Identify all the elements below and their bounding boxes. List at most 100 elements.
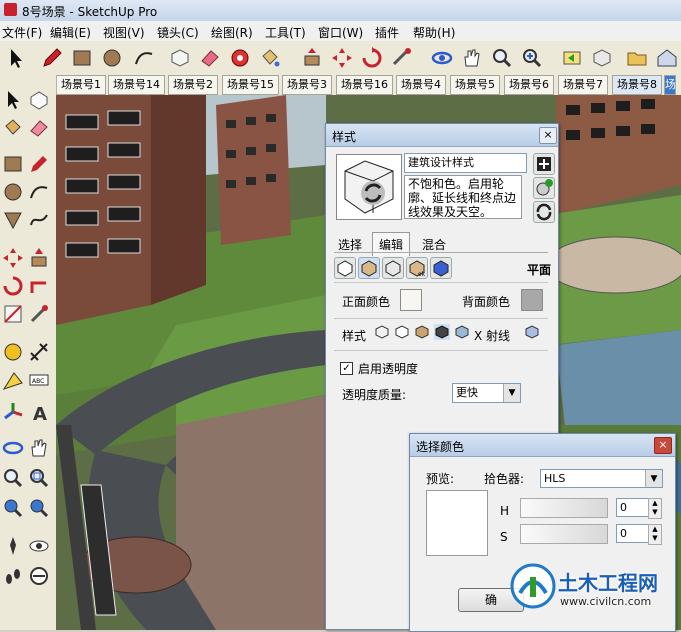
shaded-mode-icon[interactable] [414, 324, 430, 340]
paint-bucket-icon[interactable] [258, 46, 282, 70]
scene-tab-7[interactable]: 场景号7 [558, 75, 608, 95]
scene-tab-5[interactable]: 场景号5 [450, 75, 500, 95]
rotate-icon[interactable] [2, 275, 24, 297]
scene-tab-16[interactable]: 场景号16 [336, 75, 393, 95]
tab-select[interactable]: 选择 [338, 236, 362, 253]
make-component-icon[interactable] [168, 46, 192, 70]
scene-tab-active[interactable]: 场 [664, 75, 676, 95]
dimension-icon[interactable] [28, 341, 50, 363]
polygon-icon[interactable] [2, 209, 24, 231]
zoom-icon[interactable] [490, 46, 514, 70]
orbit-icon[interactable] [2, 437, 24, 459]
s-value-input[interactable]: 0 [616, 524, 649, 543]
scene-tab-14[interactable]: 场景号14 [108, 75, 165, 95]
walk-icon[interactable] [2, 565, 24, 587]
h-spinner[interactable]: ▲ ▼ [648, 498, 662, 519]
face-settings-icon[interactable] [358, 257, 380, 279]
zoom-icon[interactable] [2, 467, 24, 489]
h-slider[interactable] [520, 498, 608, 518]
chevron-down-icon[interactable]: ▼ [503, 384, 520, 402]
look-around-icon[interactable] [28, 535, 50, 557]
follow-me-icon[interactable] [28, 275, 50, 297]
s-spinner[interactable]: ▲ ▼ [648, 524, 662, 545]
zoom-extents-icon[interactable] [2, 497, 24, 519]
offset-icon[interactable] [28, 303, 50, 325]
menu-camera[interactable]: 镜头(C) [157, 24, 199, 41]
push-pull-icon[interactable] [28, 247, 50, 269]
zoom-extents-icon[interactable] [520, 46, 544, 70]
arc-icon[interactable] [28, 181, 50, 203]
push-pull-icon[interactable] [300, 46, 324, 70]
color-picker-close-button[interactable]: × [654, 437, 672, 454]
menu-window[interactable]: 窗口(W) [318, 24, 363, 41]
circle-icon[interactable] [100, 46, 124, 70]
next-view-icon[interactable] [590, 46, 614, 70]
modeling-settings-icon[interactable] [430, 257, 452, 279]
scene-tab-3[interactable]: 场景号3 [282, 75, 332, 95]
tape-measure-icon[interactable] [228, 46, 252, 70]
warehouse-icon[interactable] [655, 46, 679, 70]
protractor-icon[interactable] [2, 371, 24, 393]
scene-tab-15[interactable]: 场景号15 [222, 75, 279, 95]
eraser-icon[interactable] [28, 117, 50, 139]
transparency-quality-select[interactable]: 更快 ▼ [452, 383, 521, 403]
scene-tab-4[interactable]: 场景号4 [396, 75, 446, 95]
monochrome-mode-icon[interactable] [454, 324, 470, 340]
move-icon[interactable] [330, 46, 354, 70]
arc-icon[interactable] [132, 46, 156, 70]
styles-panel-close-button[interactable]: × [539, 127, 557, 144]
zoom-window-icon[interactable] [28, 467, 50, 489]
folder-icon[interactable] [625, 46, 649, 70]
pan-hand-icon[interactable] [28, 437, 50, 459]
prev-view-icon[interactable] [560, 46, 584, 70]
move-icon[interactable] [2, 247, 24, 269]
style-name-input[interactable]: 建筑设计样式 [404, 153, 527, 173]
styles-panel-titlebar[interactable]: 样式 × [326, 124, 558, 147]
menu-draw[interactable]: 绘图(R) [211, 24, 253, 41]
menu-help[interactable]: 帮助(H) [413, 24, 455, 41]
select-arrow-icon[interactable] [4, 46, 28, 70]
watermark-settings-icon[interactable]: ok [406, 257, 428, 279]
offset-icon[interactable] [390, 46, 414, 70]
background-settings-icon[interactable] [382, 257, 404, 279]
previous-view-icon[interactable] [28, 497, 50, 519]
refresh-style-icon[interactable] [533, 201, 555, 223]
section-plane-icon[interactable] [28, 565, 50, 587]
style-description[interactable]: 不饱和色。启用轮廓、延长线和终点边线效果及天空。 [404, 175, 522, 219]
circle-icon[interactable] [2, 181, 24, 203]
hidden-line-mode-icon[interactable] [394, 324, 410, 340]
rectangle-icon[interactable] [2, 153, 24, 175]
menu-tools[interactable]: 工具(T) [265, 24, 306, 41]
axes-icon[interactable] [2, 401, 24, 423]
back-color-swatch[interactable] [521, 289, 543, 311]
eraser-icon[interactable] [198, 46, 222, 70]
front-color-swatch[interactable] [400, 289, 422, 311]
pencil-icon[interactable] [40, 46, 64, 70]
enable-transparency-checkbox[interactable]: ✓ [340, 362, 353, 375]
text-icon[interactable]: ABC [28, 371, 50, 393]
rectangle-icon[interactable] [70, 46, 94, 70]
color-picker-titlebar[interactable]: 选择颜色 × [410, 434, 675, 457]
menu-edit[interactable]: 编辑(E) [50, 24, 91, 41]
tape-measure-icon[interactable] [2, 341, 24, 363]
picker-mode-select[interactable]: HLS ▼ [540, 469, 663, 488]
3d-text-icon[interactable]: A [28, 401, 50, 423]
pan-hand-icon[interactable] [460, 46, 484, 70]
freehand-icon[interactable] [28, 209, 50, 231]
s-slider[interactable] [520, 524, 608, 544]
line-icon[interactable] [28, 153, 50, 175]
component-icon[interactable] [28, 89, 50, 111]
shaded-textures-mode-icon[interactable] [434, 324, 450, 340]
edge-settings-icon[interactable] [334, 257, 356, 279]
xray-mode-icon[interactable] [524, 324, 540, 340]
chevron-down-icon[interactable]: ▼ [645, 470, 662, 487]
paint-bucket-icon[interactable] [2, 117, 24, 139]
select-icon[interactable] [2, 89, 24, 111]
tab-mix[interactable]: 混合 [422, 236, 446, 253]
scene-tab-6[interactable]: 场景号6 [504, 75, 554, 95]
scene-tab-2[interactable]: 场景号2 [168, 75, 218, 95]
orbit-icon[interactable] [430, 46, 454, 70]
create-style-icon[interactable] [533, 177, 555, 199]
scene-tab-1[interactable]: 场景号1 [56, 75, 106, 95]
menu-file[interactable]: 文件(F) [2, 24, 42, 41]
